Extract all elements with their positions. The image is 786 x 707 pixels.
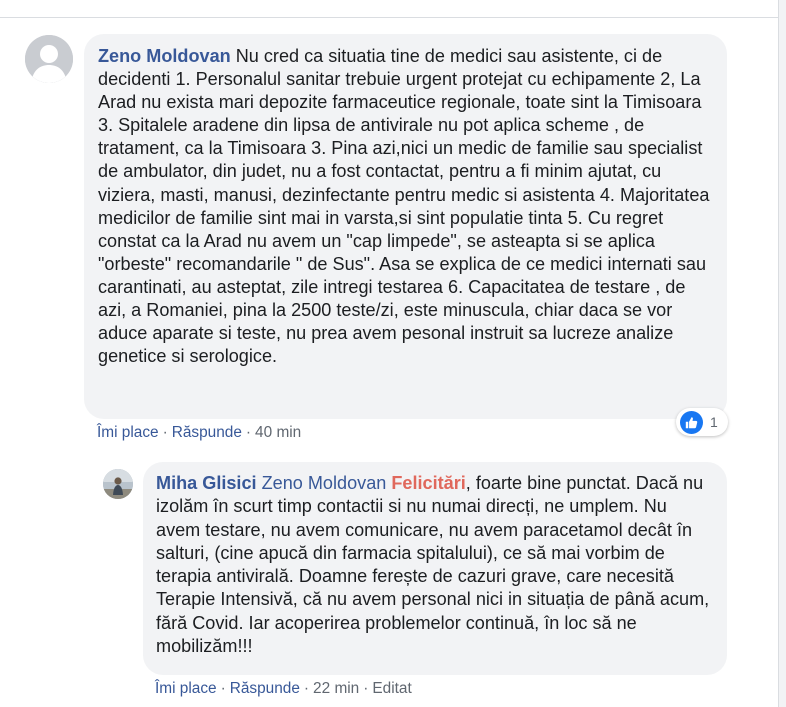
comment-bubble: Zeno Moldovan Nu cred ca situatia tine d…	[84, 34, 727, 419]
like-link[interactable]: Îmi place	[97, 424, 159, 441]
reply-link[interactable]: Răspunde	[172, 424, 242, 441]
reply-avatar[interactable]	[103, 469, 133, 499]
reply-text: , foarte bine punctat. Dacă nu izolăm în…	[156, 473, 710, 657]
comment-body: Zeno Moldovan Nu cred ca situatia tine d…	[98, 45, 711, 368]
separator-dot: ·	[245, 424, 252, 441]
comment-author-link[interactable]: Zeno Moldovan	[98, 46, 231, 66]
reply-link[interactable]: Răspunde	[230, 680, 300, 697]
reaction-count: 1	[710, 414, 718, 430]
reaction-badge[interactable]: 1	[676, 408, 728, 436]
reply-body: Miha Glisici Zeno Moldovan Felicitări, f…	[156, 472, 713, 658]
like-thumb-icon	[680, 410, 703, 434]
comments-panel: Zeno Moldovan Nu cred ca situatia tine d…	[0, 0, 779, 707]
divider	[0, 17, 778, 18]
reply-author-link[interactable]: Miha Glisici	[156, 473, 257, 493]
profile-photo-icon	[103, 469, 133, 499]
like-link[interactable]: Îmi place	[155, 680, 217, 697]
comment-timestamp[interactable]: 40 min	[255, 424, 301, 441]
edited-label[interactable]: Editat	[372, 680, 411, 697]
reply-actions: Îmi place · Răspunde · 22 min · Editat	[155, 680, 412, 698]
mention-user-link[interactable]: Zeno Moldovan	[262, 473, 387, 493]
separator-dot: ·	[162, 424, 168, 441]
comment-actions: Îmi place · Răspunde · 40 min	[97, 424, 301, 442]
separator-dot: ·	[303, 680, 310, 697]
separator-dot: ·	[220, 680, 226, 697]
reply-timestamp[interactable]: 22 min	[313, 680, 359, 697]
separator-dot: ·	[363, 680, 369, 697]
scrollbar-track[interactable]	[779, 0, 786, 707]
mention-page-link[interactable]: Felicitări	[391, 473, 465, 493]
default-avatar-icon	[25, 35, 73, 83]
comment-text: Nu cred ca situatia tine de medici sau a…	[98, 46, 710, 367]
reply-bubble: Miha Glisici Zeno Moldovan Felicitări, f…	[143, 462, 727, 675]
avatar[interactable]	[25, 35, 73, 83]
